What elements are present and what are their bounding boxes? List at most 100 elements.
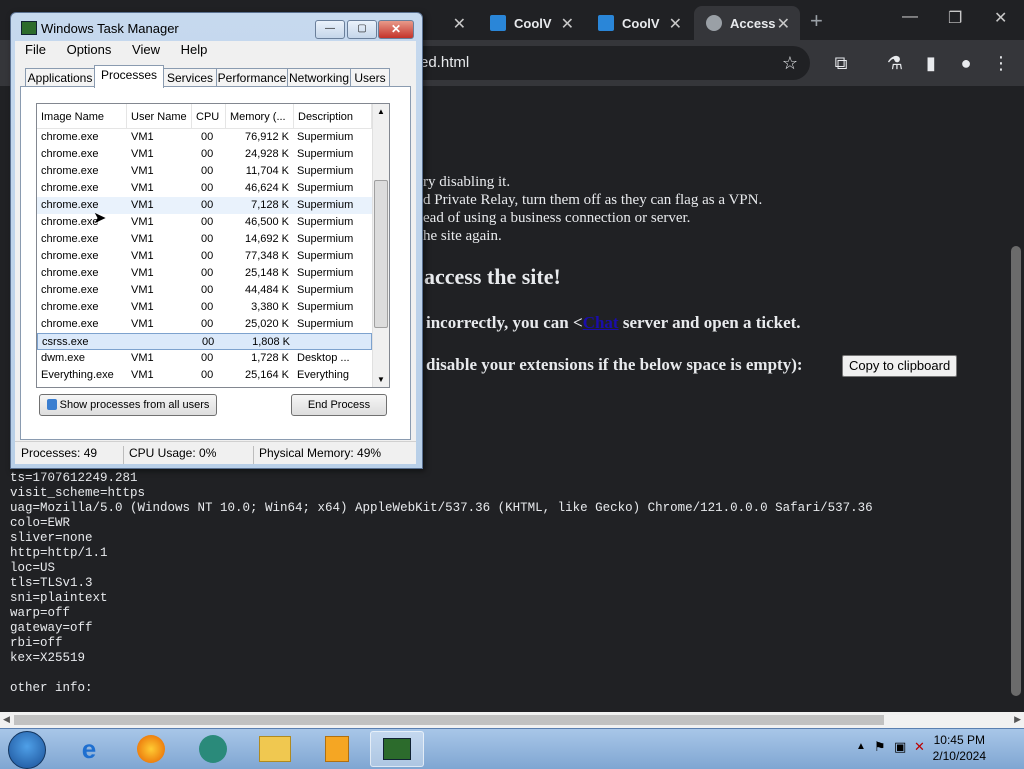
table-row[interactable]: csrss.exe 00 1,808 K	[37, 333, 372, 350]
table-row[interactable]: chrome.exe VM1 00 76,912 K Supermium	[37, 129, 372, 146]
table-cell: Everything.exe	[41, 369, 114, 381]
menu-icon[interactable]: ⋮	[990, 52, 1012, 74]
list-scrollbar[interactable]: ▲ ▼	[372, 104, 389, 387]
browser-tab-partial[interactable]: ✕	[420, 6, 476, 40]
browser-tab-2[interactable]: CoolV ✕	[586, 6, 692, 40]
minimize-button[interactable]: —	[315, 20, 345, 39]
column-user-name[interactable]: User Name	[127, 104, 192, 128]
media-player-icon[interactable]	[310, 731, 364, 767]
table-row[interactable]: chrome.exe VM1 00 14,692 K Supermium	[37, 231, 372, 248]
scroll-thumb[interactable]	[374, 180, 388, 328]
copy-to-clipboard-button[interactable]: Copy to clipboard	[842, 355, 958, 377]
menu-help[interactable]: Help	[174, 41, 215, 58]
table-row[interactable]: chrome.exe VM1 00 24,928 K Supermium	[37, 146, 372, 163]
internet-explorer-icon[interactable]: e	[62, 731, 116, 767]
table-cell: 00	[201, 267, 214, 279]
close-tab-icon[interactable]: ✕	[777, 14, 790, 34]
tab-performance[interactable]: Performance	[216, 68, 288, 87]
menu-options[interactable]: Options	[60, 41, 119, 58]
minimize-icon[interactable]: —	[902, 8, 918, 26]
table-cell: 11,704 K	[245, 165, 289, 177]
clock[interactable]: 10:45 PM 2/10/2024	[933, 732, 986, 764]
app-icon[interactable]	[186, 731, 240, 767]
table-row[interactable]: chrome.exe VM1 00 46,624 K Supermium	[37, 180, 372, 197]
table-cell: Supermium	[297, 267, 354, 279]
end-process-button[interactable]: End Process	[291, 394, 387, 416]
uac-shield-icon	[46, 399, 57, 410]
column-cpu[interactable]: CPU	[192, 104, 226, 128]
menu-file[interactable]: File	[18, 41, 53, 58]
table-cell: 00	[201, 250, 214, 262]
file-explorer-icon[interactable]	[248, 731, 302, 767]
show-all-label: Show processes from all users	[59, 399, 210, 411]
table-row[interactable]: chrome.exe VM1 00 77,348 K Supermium	[37, 248, 372, 265]
task-manager-icon[interactable]	[370, 731, 424, 767]
vertical-scrollbar[interactable]	[1008, 86, 1024, 712]
table-cell: chrome.exe	[41, 233, 99, 245]
table-cell: 00	[201, 369, 214, 381]
close-tab-icon[interactable]: ✕	[561, 14, 574, 34]
action-center-flag-icon[interactable]: ⚑	[874, 739, 886, 755]
chat-link[interactable]: Chat	[583, 313, 619, 332]
table-cell: chrome.exe	[41, 250, 99, 262]
system-tray: ▲ ⚑ ▣ ✕ 10:45 PM 2/10/2024	[834, 729, 1024, 769]
table-cell: 25,164 K	[244, 369, 289, 381]
scroll-left-icon[interactable]: ◀	[3, 714, 10, 725]
process-list[interactable]: Image Name User Name CPU Memory (... Des…	[36, 103, 390, 388]
tab-title: CoolV	[622, 15, 660, 31]
restore-icon[interactable]: ❐	[948, 8, 962, 28]
tab-services[interactable]: Services	[163, 68, 217, 87]
table-row[interactable]: chrome.exe VM1 00 11,704 K Supermium	[37, 163, 372, 180]
table-cell: 46,500 K	[244, 216, 289, 228]
close-window-icon[interactable]: ✕	[994, 8, 1007, 28]
column-image-name[interactable]: Image Name	[37, 104, 127, 128]
table-cell: Supermium	[297, 301, 354, 313]
close-button[interactable]: ✕	[378, 20, 414, 39]
extensions-icon[interactable]: ⧉	[830, 52, 852, 74]
extensions-text: disable your extensions if the below spa…	[426, 355, 803, 374]
new-tab-icon[interactable]: +	[810, 8, 823, 34]
labs-icon[interactable]: ⚗	[884, 52, 906, 74]
table-row[interactable]: chrome.exe VM1 00 25,148 K Supermium	[37, 265, 372, 282]
table-row[interactable]: chrome.exe VM1 00 3,380 K Supermium	[37, 299, 372, 316]
side-panel-icon[interactable]: ▮	[920, 52, 942, 74]
show-all-processes-button[interactable]: Show processes from all users	[39, 394, 217, 416]
column-memory[interactable]: Memory (...	[226, 104, 294, 128]
table-row[interactable]: chrome.exe VM1 00 44,484 K Supermium	[37, 282, 372, 299]
horizontal-scrollbar[interactable]: ◀ ▶	[0, 712, 1024, 728]
scroll-thumb[interactable]	[1011, 246, 1021, 696]
table-row[interactable]: chrome.exe VM1 00 7,128 K Supermium	[37, 197, 372, 214]
network-icon[interactable]: ▣	[894, 739, 906, 755]
close-tab-icon[interactable]: ✕	[453, 14, 466, 34]
table-cell: chrome.exe	[41, 284, 99, 296]
tab-networking[interactable]: Networking	[287, 68, 351, 87]
table-cell: chrome.exe	[41, 199, 99, 211]
browser-tab-1[interactable]: CoolV ✕	[478, 6, 584, 40]
volume-muted-icon[interactable]: ✕	[914, 739, 925, 755]
table-row[interactable]: Everything.exe VM1 00 25,164 K Everything	[37, 367, 372, 384]
close-tab-icon[interactable]: ✕	[669, 14, 682, 34]
tab-processes[interactable]: Processes	[94, 65, 164, 88]
scroll-up-icon[interactable]: ▲	[377, 107, 385, 116]
processes-panel: Image Name User Name CPU Memory (... Des…	[20, 86, 411, 440]
menu-view[interactable]: View	[125, 41, 167, 58]
tab-users[interactable]: Users	[350, 68, 390, 87]
profile-icon[interactable]: ●	[955, 52, 977, 74]
table-cell: chrome.exe	[41, 216, 99, 228]
browser-tab-active[interactable]: Access ✕	[694, 6, 800, 40]
scroll-thumb[interactable]	[14, 715, 884, 725]
table-row[interactable]: chrome.exe VM1 00 46,500 K Supermium	[37, 214, 372, 231]
tab-applications[interactable]: Applications	[25, 68, 95, 87]
scroll-down-icon[interactable]: ▼	[377, 375, 385, 384]
table-row[interactable]: chrome.exe VM1 00 25,020 K Supermium	[37, 316, 372, 333]
show-hidden-icons-icon[interactable]: ▲	[856, 741, 866, 752]
bookmark-star-icon[interactable]: ☆	[782, 46, 798, 80]
maximize-button[interactable]: ▢	[347, 20, 377, 39]
start-button[interactable]	[8, 731, 46, 769]
table-row[interactable]: dwm.exe VM1 00 1,728 K Desktop ...	[37, 350, 372, 367]
address-bar[interactable]: ed.html ☆	[380, 46, 810, 80]
task-manager-icon	[21, 21, 37, 35]
firefox-icon[interactable]	[124, 731, 178, 767]
scroll-right-icon[interactable]: ▶	[1014, 714, 1021, 725]
column-description[interactable]: Description	[294, 104, 372, 128]
